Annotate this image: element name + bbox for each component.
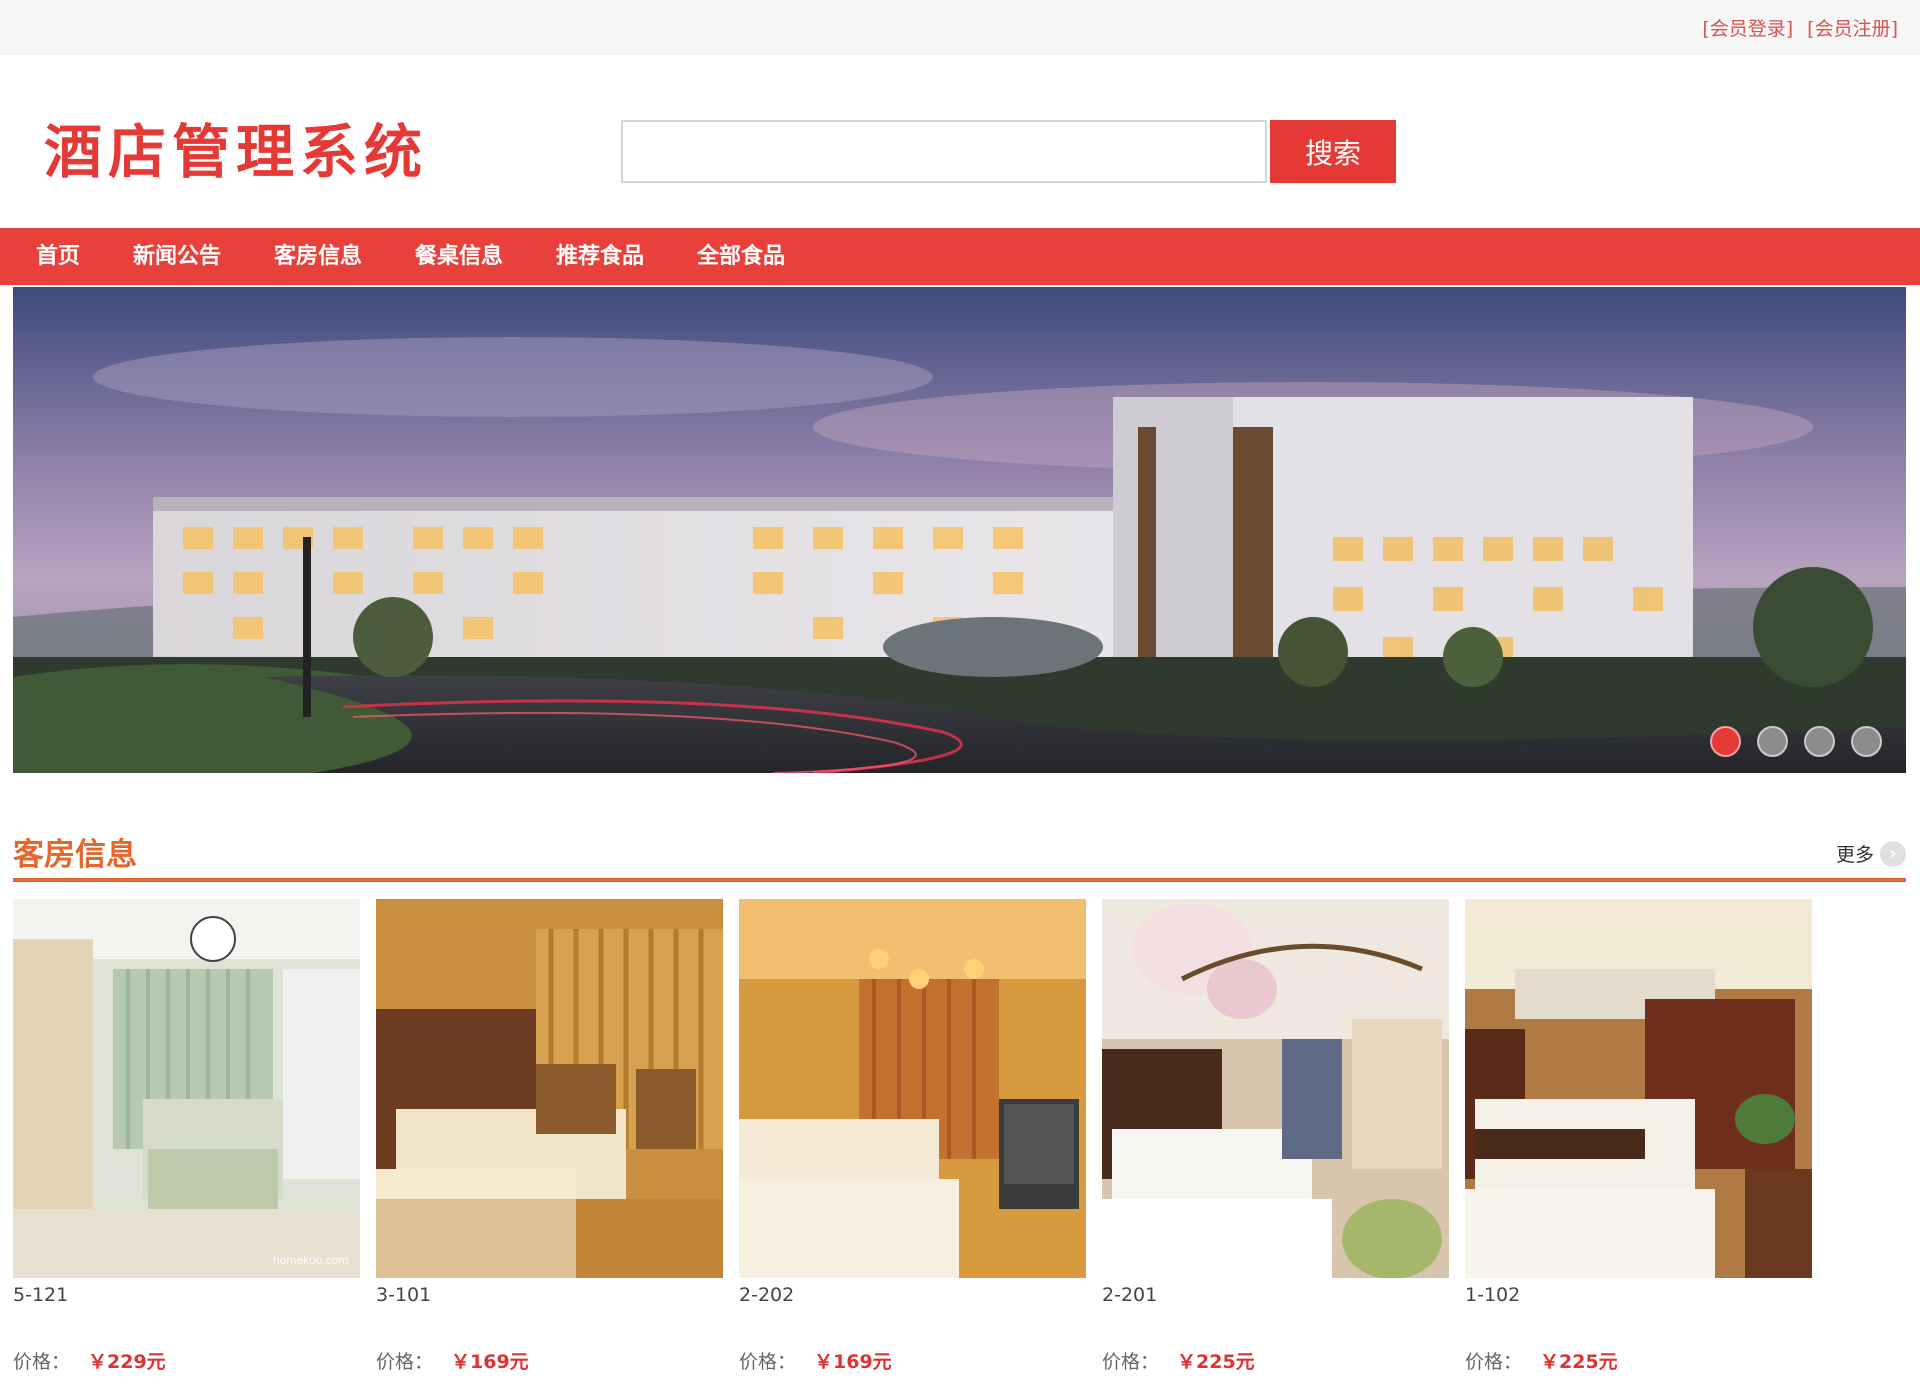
room-card: 1-102 价格： ￥225元 [1465,899,1812,1373]
price-value: ￥169元 [451,1351,529,1373]
room-name[interactable]: 2-202 [739,1284,794,1306]
nav-item-news[interactable]: 新闻公告 [133,228,221,285]
price-value: ￥225元 [1540,1351,1618,1373]
site-title[interactable]: 酒店管理系统 [44,105,428,189]
search-button[interactable]: 搜索 [1270,120,1396,183]
room-name[interactable]: 2-201 [1102,1284,1157,1306]
room-name[interactable]: 1-102 [1465,1284,1520,1306]
price-label: 价格： [376,1351,434,1373]
room-photo[interactable] [1465,899,1812,1278]
more-label: 更多 [1835,844,1874,866]
banner-dot-4[interactable] [1851,726,1882,757]
rooms-section-header: 客房信息 更多 › [13,826,1906,882]
room-card: 3-101 价格： ￥169元 [376,899,723,1373]
nav-item-home[interactable]: 首页 [36,228,80,285]
banner-dot-1[interactable] [1710,726,1741,757]
member-register-link[interactable]: [会员注册] [1807,14,1898,41]
room-card: 2-202 价格： ￥169元 [739,899,1086,1373]
photo-watermark: homekoo.com [273,1253,348,1267]
room-price: 价格： ￥225元 [1102,1347,1255,1374]
price-value: ￥169元 [814,1351,892,1373]
room-photo[interactable] [376,899,723,1278]
banner-dot-2[interactable] [1757,726,1788,757]
room-photo[interactable] [1102,899,1449,1278]
hero-banner[interactable] [13,287,1906,773]
price-value: ￥225元 [1177,1351,1255,1373]
room-card: homekoo.com 5-121 价格： ￥229元 [13,899,360,1373]
chevron-right-icon: › [1880,840,1906,867]
nav-item-recommended-food[interactable]: 推荐食品 [556,228,644,285]
top-utility-bar: [会员登录] [会员注册] [0,0,1920,54]
room-name[interactable]: 3-101 [376,1284,431,1306]
room-price: 价格： ￥169元 [739,1347,892,1374]
member-login-link[interactable]: [会员登录] [1702,14,1793,41]
room-card: 2-201 价格： ￥225元 [1102,899,1449,1373]
more-link[interactable]: 更多 › [1836,840,1906,867]
room-price: 价格： ￥229元 [13,1347,166,1374]
main-nav: 首页 新闻公告 客房信息 餐桌信息 推荐食品 全部食品 [0,228,1920,285]
room-photo[interactable] [739,899,1086,1278]
banner-pagination [1710,726,1882,757]
hotel-exterior-image [13,287,1906,773]
price-value: ￥229元 [88,1351,166,1373]
price-label: 价格： [739,1351,797,1373]
nav-item-tables[interactable]: 餐桌信息 [415,228,503,285]
search-input[interactable] [621,120,1267,183]
room-name[interactable]: 5-121 [13,1284,68,1306]
price-label: 价格： [1102,1351,1160,1373]
rooms-section-title: 客房信息 [13,837,137,873]
nav-item-rooms[interactable]: 客房信息 [274,228,362,285]
room-price: 价格： ￥169元 [376,1347,529,1374]
member-links: [会员登录] [会员注册] [1702,14,1898,41]
banner-dot-3[interactable] [1804,726,1835,757]
nav-item-all-food[interactable]: 全部食品 [697,228,785,285]
price-label: 价格： [1465,1351,1523,1373]
price-label: 价格： [13,1351,71,1373]
room-photo[interactable]: homekoo.com [13,899,360,1278]
room-price: 价格： ￥225元 [1465,1347,1618,1374]
